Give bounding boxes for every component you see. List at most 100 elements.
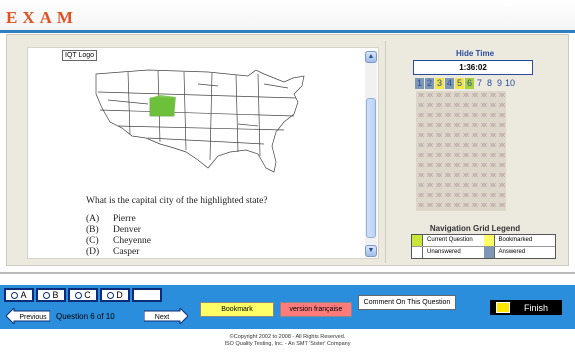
grid-cell: xx bbox=[436, 162, 442, 169]
grid-cell: xx bbox=[436, 102, 442, 109]
grid-cell: xx bbox=[427, 102, 433, 109]
previous-label: Previous bbox=[19, 314, 47, 321]
comment-button[interactable]: Comment On This Question bbox=[358, 295, 456, 310]
option-c-button[interactable]: C bbox=[68, 288, 98, 302]
scroll-thumb[interactable] bbox=[366, 98, 376, 238]
grid-cell: xx bbox=[436, 122, 442, 129]
grid-cell: xx bbox=[472, 102, 478, 109]
grid-cell: xx bbox=[499, 132, 505, 139]
footer: ©Copyright 2002 to 2008 - All Rights Res… bbox=[0, 334, 575, 348]
grid-cell: xx bbox=[454, 162, 460, 169]
grid-cell: xx bbox=[445, 182, 451, 189]
option-b-button[interactable]: B bbox=[36, 288, 66, 302]
question-number-4[interactable]: 4 bbox=[445, 78, 454, 89]
radio-icon bbox=[43, 291, 51, 299]
grid-cell: xx bbox=[436, 152, 442, 159]
question-number-3[interactable]: 3 bbox=[435, 78, 444, 89]
legend-current: Current Question bbox=[412, 235, 484, 247]
grid-cell: xx bbox=[499, 172, 505, 179]
grid-cell: xx bbox=[490, 152, 496, 159]
grid-cell: xx bbox=[481, 192, 487, 199]
grid-cell: xx bbox=[427, 202, 433, 209]
grid-cell: xx bbox=[427, 132, 433, 139]
radio-icon bbox=[107, 291, 115, 299]
grid-cell: xx bbox=[436, 112, 442, 119]
previous-button[interactable]: Previous bbox=[6, 308, 50, 324]
grid-cell: xx bbox=[472, 92, 478, 99]
grid-cell: xx bbox=[445, 92, 451, 99]
hide-time-link[interactable]: Hide Time bbox=[386, 49, 564, 58]
chevron-down-icon[interactable]: ▼ bbox=[365, 245, 377, 257]
grid-cell: xx bbox=[445, 172, 451, 179]
legend-unanswered: Unanswered bbox=[412, 247, 484, 258]
grid-cell: xx bbox=[454, 142, 460, 149]
question-number-7[interactable]: 7 bbox=[475, 78, 484, 89]
grid-cell: xx bbox=[427, 172, 433, 179]
us-map-image bbox=[95, 69, 305, 173]
next-button[interactable]: Next bbox=[144, 308, 188, 324]
question-text: What is the capital city of the highligh… bbox=[86, 196, 268, 206]
grid-cell: xx bbox=[472, 152, 478, 159]
question-number-row: 1 2 3 4 5 6 7 8 9 10 bbox=[415, 78, 515, 89]
legend-swatch bbox=[483, 235, 495, 246]
option-a-button[interactable]: A bbox=[4, 288, 34, 302]
grid-cell: xx bbox=[472, 142, 478, 149]
grid-cell: xx bbox=[418, 92, 424, 99]
option-d-button[interactable]: D bbox=[100, 288, 130, 302]
question-scrollbar[interactable]: ▲ ▼ bbox=[365, 51, 377, 257]
grid-cell: xx bbox=[499, 142, 505, 149]
grid-cell: xx bbox=[418, 112, 424, 119]
company-line: ISO Quality Testing, Inc. - An SMT 'Sist… bbox=[224, 341, 351, 347]
legend-swatch bbox=[412, 247, 423, 258]
grid-cell: xx bbox=[472, 122, 478, 129]
grid-cell: xx bbox=[490, 172, 496, 179]
chevron-up-icon[interactable]: ▲ bbox=[365, 51, 377, 63]
grid-cell: xx bbox=[481, 152, 487, 159]
option-blank bbox=[132, 288, 162, 302]
grid-cell: xx bbox=[454, 182, 460, 189]
grid-cell: xx bbox=[463, 122, 469, 129]
question-number-8[interactable]: 8 bbox=[485, 78, 494, 89]
grid-cell: xx bbox=[463, 202, 469, 209]
grid-cell: xx bbox=[481, 162, 487, 169]
finish-button[interactable]: Finish bbox=[490, 300, 562, 315]
grid-cell: xx bbox=[418, 162, 424, 169]
section-divider bbox=[0, 272, 575, 274]
exam-logo: EXAM bbox=[6, 8, 78, 27]
grid-cell: xx bbox=[463, 182, 469, 189]
answer-a: (A) Pierre bbox=[86, 214, 136, 224]
question-number-5[interactable]: 5 bbox=[455, 78, 464, 89]
grid-cell: xx bbox=[427, 182, 433, 189]
grid-cell: xx bbox=[481, 132, 487, 139]
grid-cell: xx bbox=[436, 92, 442, 99]
grid-cell: xx bbox=[454, 172, 460, 179]
grid-cell: xx bbox=[490, 202, 496, 209]
grid-cell: xx bbox=[445, 132, 451, 139]
grid-cell: xx bbox=[463, 102, 469, 109]
grid-cell: xx bbox=[418, 132, 424, 139]
grid-cell: xx bbox=[472, 202, 478, 209]
grid-cell: xx bbox=[490, 142, 496, 149]
question-number-10[interactable]: 10 bbox=[505, 78, 515, 89]
grid-cell: xx bbox=[463, 112, 469, 119]
question-number-2[interactable]: 2 bbox=[425, 78, 434, 89]
grid-cell: xx bbox=[454, 102, 460, 109]
bottom-toolbar: A B C D Previous Question 6 of 10 Next B… bbox=[0, 285, 575, 329]
grid-cell: xx bbox=[454, 122, 460, 129]
question-number-1[interactable]: 1 bbox=[415, 78, 424, 89]
arrow-right-icon bbox=[496, 302, 510, 313]
grid-cell: xx bbox=[427, 162, 433, 169]
grid-cell: xx bbox=[436, 182, 442, 189]
navigation-legend: Current Question Bookmarked Unanswered A… bbox=[411, 234, 556, 259]
grid-cell: xx bbox=[481, 182, 487, 189]
question-number-9[interactable]: 9 bbox=[495, 78, 504, 89]
grid-cell: xx bbox=[490, 112, 496, 119]
grid-cell: xx bbox=[472, 132, 478, 139]
french-version-button[interactable]: version française bbox=[280, 302, 352, 317]
grid-cell: xx bbox=[463, 152, 469, 159]
question-number-6[interactable]: 6 bbox=[465, 78, 474, 89]
grid-cell: xx bbox=[427, 92, 433, 99]
answer-d: (D) Casper bbox=[86, 247, 140, 257]
grid-cell: xx bbox=[499, 112, 505, 119]
bookmark-button[interactable]: Bookmark bbox=[200, 302, 274, 317]
